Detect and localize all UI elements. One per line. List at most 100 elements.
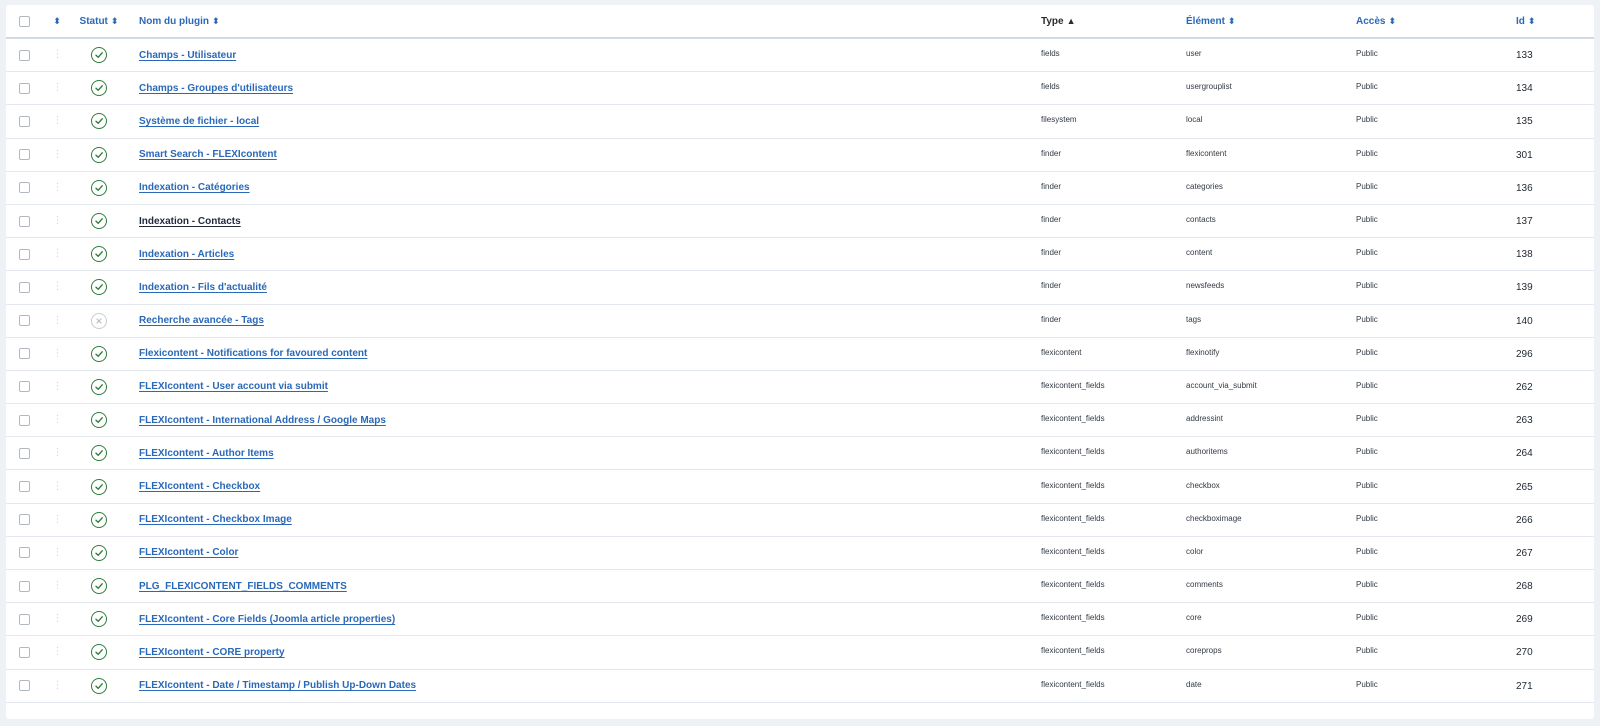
plugin-name-link[interactable]: FLEXIcontent - Core Fields (Joomla artic… (139, 614, 395, 625)
plugin-name-link[interactable]: FLEXIcontent - Author Items (139, 448, 274, 459)
row-select-cell (17, 670, 31, 702)
check-circle-icon[interactable] (91, 412, 107, 429)
row-checkbox[interactable] (18, 414, 30, 426)
row-checkbox[interactable] (18, 580, 30, 592)
plugin-name-link[interactable]: FLEXIcontent - Checkbox (139, 481, 260, 492)
name-sort-button[interactable]: Nom du plugin ⬍ (139, 5, 220, 37)
plugin-name-link[interactable]: Champs - Groupes d'utilisateurs (139, 83, 293, 94)
check-circle-icon[interactable] (91, 246, 107, 263)
plugin-name-link[interactable]: Smart Search - FLEXIcontent (139, 149, 277, 160)
id-sort-button[interactable]: Id ⬍ (1516, 5, 1535, 37)
row-checkbox[interactable] (18, 315, 30, 327)
x-circle-icon[interactable] (91, 312, 107, 329)
check-circle-icon[interactable] (91, 445, 107, 462)
row-checkbox[interactable] (18, 115, 30, 127)
plugin-name-link[interactable]: FLEXIcontent - Checkbox Image (139, 514, 292, 525)
row-checkbox[interactable] (18, 447, 30, 459)
access-cell: Public (1356, 72, 1378, 104)
plugin-name-link[interactable]: Indexation - Articles (139, 249, 234, 260)
check-circle-icon[interactable] (91, 578, 107, 595)
row-checkbox[interactable] (18, 613, 30, 625)
check-circle-icon[interactable] (91, 113, 107, 130)
drag-handle[interactable]: ⋮ (50, 504, 64, 536)
row-checkbox[interactable] (18, 514, 30, 526)
type-cell: fields (1041, 39, 1060, 71)
drag-handle[interactable]: ⋮ (50, 636, 64, 668)
drag-handle[interactable]: ⋮ (50, 570, 64, 602)
check-circle-icon[interactable] (91, 146, 107, 163)
plugin-name-link[interactable]: FLEXIcontent - CORE property (139, 647, 285, 658)
check-circle-icon[interactable] (91, 47, 107, 64)
access-sort-button[interactable]: Accès ⬍ (1356, 5, 1396, 37)
drag-handle[interactable]: ⋮ (50, 537, 64, 569)
drag-handle[interactable]: ⋮ (50, 437, 64, 469)
access-header-label: Accès (1356, 15, 1386, 27)
check-circle-icon[interactable] (91, 611, 107, 628)
drag-handle[interactable]: ⋮ (50, 39, 64, 71)
check-circle-icon[interactable] (91, 378, 107, 395)
check-circle-icon[interactable] (91, 478, 107, 495)
element-sort-button[interactable]: Élément ⬍ (1186, 5, 1235, 37)
row-checkbox[interactable] (18, 281, 30, 293)
row-checkbox[interactable] (18, 248, 30, 260)
row-checkbox[interactable] (18, 381, 30, 393)
plugin-name-link[interactable]: Flexicontent - Notifications for favoure… (139, 348, 367, 359)
plugin-name-link[interactable]: Indexation - Catégories (139, 182, 250, 193)
plugin-name-link[interactable]: Indexation - Contacts (139, 216, 241, 227)
type-sort-button[interactable]: Type ▲ (1041, 5, 1076, 37)
drag-handle[interactable]: ⋮ (50, 205, 64, 237)
row-checkbox[interactable] (18, 82, 30, 94)
check-circle-icon[interactable] (91, 644, 107, 661)
check-circle-icon[interactable] (91, 544, 107, 561)
drag-handle[interactable]: ⋮ (50, 670, 64, 702)
plugin-name-link[interactable]: FLEXIcontent - Color (139, 547, 238, 558)
check-circle-icon[interactable] (91, 677, 107, 694)
plugin-name-link[interactable]: FLEXIcontent - Date / Timestamp / Publis… (139, 680, 416, 691)
drag-handle[interactable]: ⋮ (50, 72, 64, 104)
row-checkbox[interactable] (18, 348, 30, 360)
drag-handle[interactable]: ⋮ (50, 470, 64, 502)
row-checkbox[interactable] (18, 182, 30, 194)
plugin-name-link[interactable]: PLG_FLEXICONTENT_FIELDS_COMMENTS (139, 581, 347, 592)
row-checkbox[interactable] (18, 547, 30, 559)
drag-handle[interactable]: ⋮ (50, 139, 64, 171)
plugin-name-link[interactable]: Indexation - Fils d'actualité (139, 282, 267, 293)
row-checkbox[interactable] (18, 680, 30, 692)
drag-handle[interactable]: ⋮ (50, 338, 64, 370)
drag-handle[interactable]: ⋮ (50, 105, 64, 137)
check-circle-icon[interactable] (91, 345, 107, 362)
table-row: ⋮ Smart Search - FLEXIcontent finder flexic… (6, 139, 1594, 172)
drag-handle-icon: ⋮ (52, 414, 63, 426)
check-circle-icon[interactable] (91, 80, 107, 97)
plugin-name-link[interactable]: Recherche avancée - Tags (139, 315, 264, 326)
plugin-name-link[interactable]: Champs - Utilisateur (139, 50, 236, 61)
check-circle-icon[interactable] (91, 213, 107, 230)
drag-handle[interactable]: ⋮ (50, 603, 64, 635)
check-circle-icon[interactable] (91, 279, 107, 296)
check-circle-icon[interactable] (91, 179, 107, 196)
row-checkbox[interactable] (18, 215, 30, 227)
drag-handle[interactable]: ⋮ (50, 404, 64, 436)
row-checkbox[interactable] (18, 149, 30, 161)
id-cell: 296 (1516, 338, 1533, 370)
ordering-sort-button[interactable]: ⬍ (50, 5, 64, 37)
status-sort-button[interactable]: Statut ⬍ (76, 5, 122, 37)
row-checkbox[interactable] (18, 481, 30, 493)
id-cell: 271 (1516, 670, 1533, 702)
check-circle-icon[interactable] (91, 511, 107, 528)
drag-handle[interactable]: ⋮ (50, 271, 64, 303)
plugin-name-cell: Flexicontent - Notifications for favoure… (139, 338, 367, 370)
row-checkbox[interactable] (18, 646, 30, 658)
plugin-name-link[interactable]: FLEXIcontent - International Address / G… (139, 415, 386, 426)
drag-handle[interactable]: ⋮ (50, 371, 64, 403)
sort-icon: ⬍ (212, 15, 220, 26)
plugin-name-link[interactable]: FLEXIcontent - User account via submit (139, 381, 328, 392)
select-all-checkbox[interactable] (18, 15, 30, 27)
plugin-id: 269 (1516, 614, 1533, 626)
row-checkbox[interactable] (18, 49, 30, 61)
drag-handle[interactable]: ⋮ (50, 305, 64, 337)
plugin-element: authoritems (1186, 447, 1228, 457)
plugin-name-link[interactable]: Système de fichier - local (139, 116, 259, 127)
drag-handle[interactable]: ⋮ (50, 238, 64, 270)
drag-handle[interactable]: ⋮ (50, 172, 64, 204)
